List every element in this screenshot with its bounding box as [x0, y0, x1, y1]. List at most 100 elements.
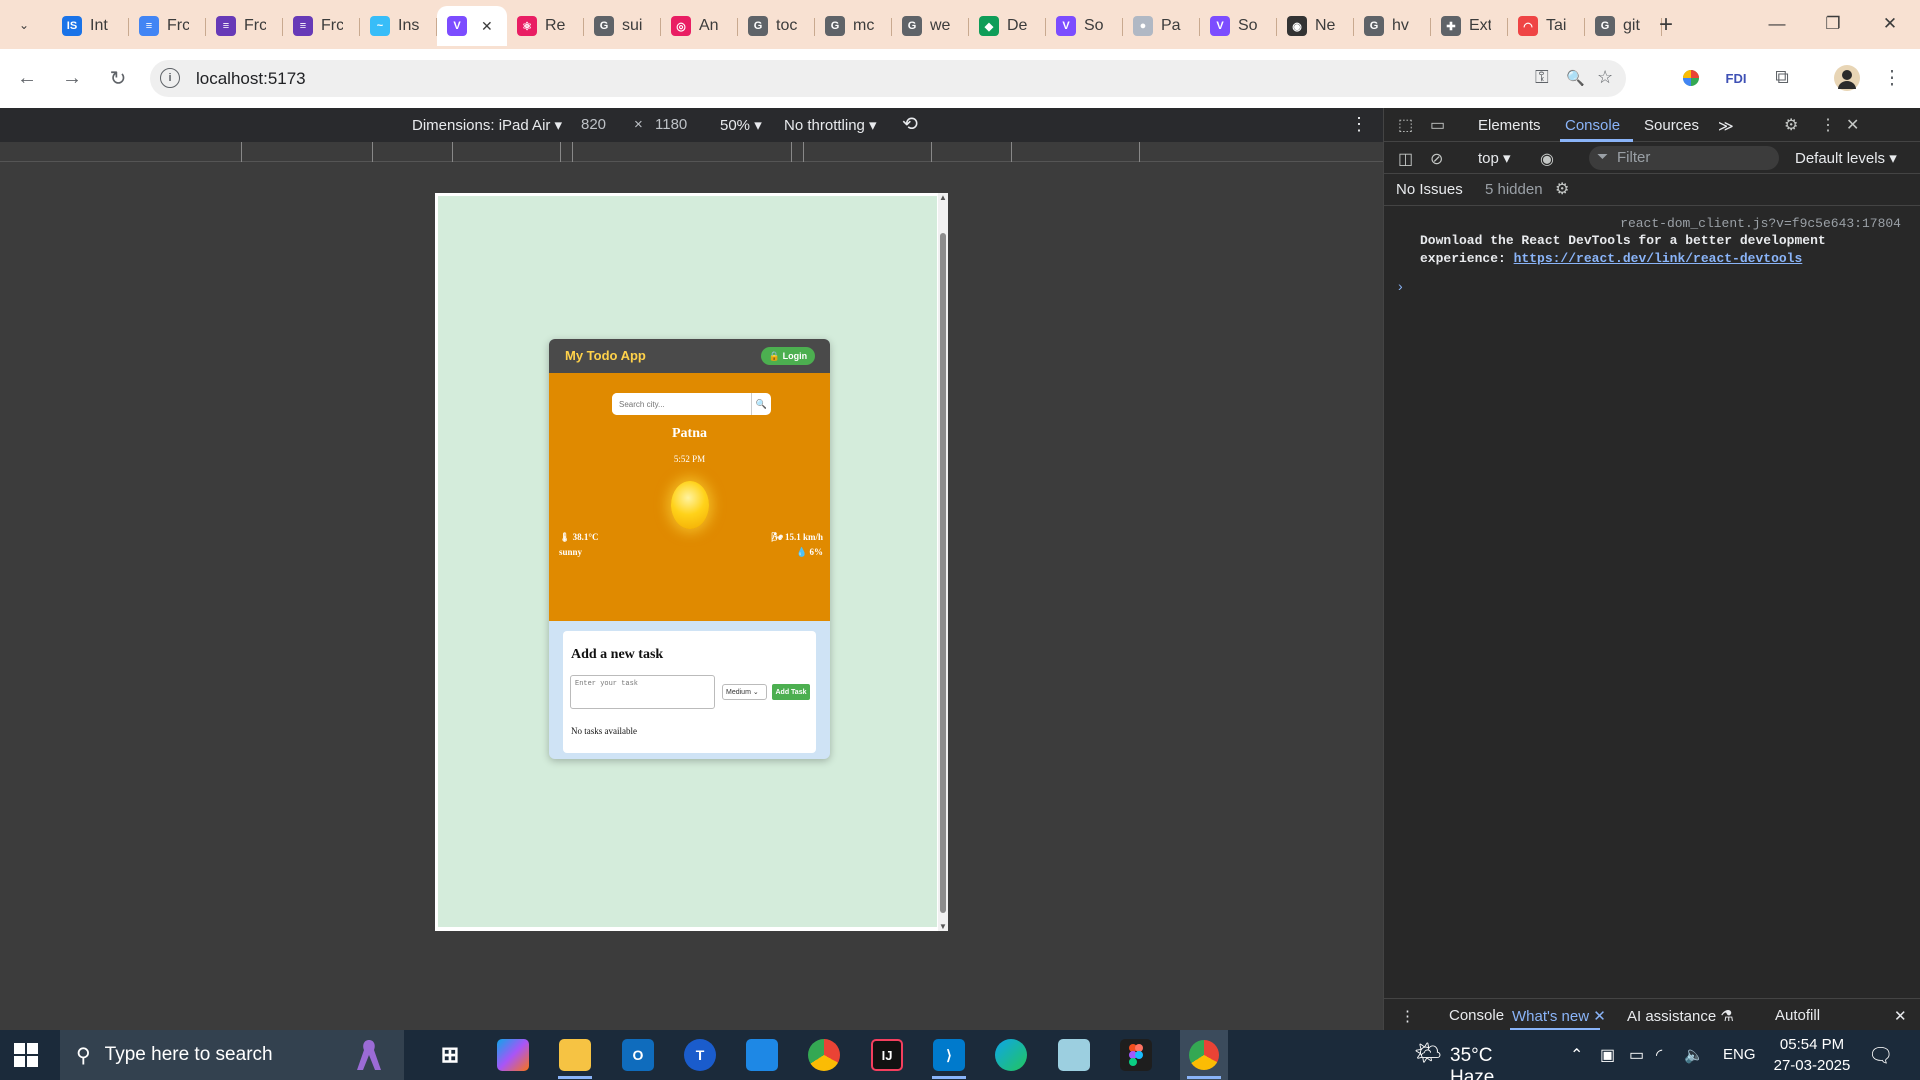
rotate-icon[interactable]: ⟲: [902, 113, 918, 136]
profile-avatar[interactable]: [1832, 63, 1862, 93]
throttling-dropdown[interactable]: No throttling ▾: [784, 116, 877, 134]
site-info-icon[interactable]: i: [160, 68, 180, 88]
clock-time[interactable]: 05:54 PM: [1777, 1036, 1847, 1053]
browser-tab[interactable]: V So: [1200, 6, 1277, 46]
browser-tab[interactable]: ⚛ Re: [507, 6, 584, 46]
priority-select[interactable]: Medium ⌄: [722, 684, 767, 700]
device-toolbar-more-icon[interactable]: ⋮: [1350, 114, 1368, 135]
ruler-segment[interactable]: [931, 142, 1011, 162]
browser-menu-icon[interactable]: ⋮: [1877, 63, 1907, 93]
close-devtools-icon[interactable]: ✕: [1846, 115, 1859, 135]
drawer-tab-console[interactable]: Console: [1449, 1007, 1504, 1024]
extension-icon-colorful[interactable]: [1676, 63, 1706, 93]
ruler-segment[interactable]: [452, 142, 560, 162]
browser-tab[interactable]: ~ Ins: [360, 6, 437, 46]
device-toggle-icon[interactable]: ▭: [1430, 115, 1445, 135]
figma-icon[interactable]: [1120, 1039, 1152, 1071]
back-button[interactable]: ←: [12, 63, 42, 93]
tab-elements[interactable]: Elements: [1478, 117, 1541, 134]
login-button[interactable]: 🔒 Login: [761, 347, 815, 365]
file-explorer-icon[interactable]: [559, 1039, 591, 1071]
taskbar-search-box[interactable]: ⚲ Type here to search: [60, 1030, 404, 1080]
device-height-input[interactable]: 1180: [655, 116, 687, 133]
ruler-segment[interactable]: [241, 142, 372, 162]
browser-tab[interactable]: ● Pa: [1123, 6, 1200, 46]
fdi-extension-icon[interactable]: FDI: [1721, 63, 1751, 93]
media-query-ruler[interactable]: [0, 142, 1383, 162]
bookmark-star-icon[interactable]: ☆: [1597, 67, 1613, 88]
console-prompt-icon[interactable]: ›: [1398, 278, 1403, 294]
weather-sun-icon[interactable]: 🌤: [1414, 1040, 1442, 1066]
sidebar-toggle-icon[interactable]: ◫: [1398, 149, 1413, 169]
tab-search-button[interactable]: ⌄: [9, 10, 39, 40]
browser-tab[interactable]: ≡ Frc: [206, 6, 283, 46]
browser-tab[interactable]: Ghv: [1354, 6, 1431, 46]
url-text[interactable]: localhost:5173: [196, 69, 306, 89]
outlook-icon[interactable]: O: [622, 1039, 654, 1071]
browser-tab[interactable]: Gsui: [584, 6, 661, 46]
browser-tab-active[interactable]: V ✕: [437, 6, 507, 46]
browser-tab[interactable]: ◎ An: [661, 6, 738, 46]
app-t-icon[interactable]: T: [684, 1039, 716, 1071]
language-indicator[interactable]: ENG: [1723, 1046, 1756, 1063]
scroll-thumb[interactable]: [940, 233, 946, 913]
log-levels-dropdown[interactable]: Default levels ▾: [1795, 149, 1897, 167]
clear-console-icon[interactable]: ⊘: [1430, 149, 1443, 169]
settings-gear-icon[interactable]: ⚙: [1784, 115, 1798, 135]
device-width-input[interactable]: 820: [581, 116, 606, 133]
drawer-tab-ai-assistance[interactable]: AI assistance ⚗: [1627, 1007, 1734, 1025]
console-settings-gear-icon[interactable]: ⚙: [1555, 179, 1569, 199]
awareness-ribbon-icon[interactable]: [355, 1038, 383, 1072]
intellij-icon[interactable]: IJ: [871, 1039, 903, 1071]
search-button[interactable]: 🔍: [751, 393, 771, 415]
browser-tab[interactable]: ◉ Ne: [1277, 6, 1354, 46]
restore-button[interactable]: ❐: [1813, 8, 1853, 40]
issues-count[interactable]: No Issues: [1396, 181, 1463, 198]
task-view-icon[interactable]: ⊞: [434, 1039, 466, 1071]
devtools-menu-icon[interactable]: ⋮: [1820, 115, 1836, 135]
start-button[interactable]: [14, 1043, 38, 1067]
more-tabs-icon[interactable]: ≫: [1718, 117, 1734, 135]
battery-icon[interactable]: ▭: [1629, 1045, 1644, 1065]
new-tab-button[interactable]: +: [1651, 10, 1681, 40]
scroll-up-arrow-icon[interactable]: ▲: [939, 193, 947, 202]
ruler-segment[interactable]: [572, 142, 791, 162]
browser-tab[interactable]: ≡ Frc: [129, 6, 206, 46]
chrome-active-icon[interactable]: [1180, 1030, 1228, 1080]
tab-sources[interactable]: Sources: [1644, 117, 1699, 134]
ruler-segment[interactable]: [372, 142, 452, 162]
copilot-icon[interactable]: [497, 1039, 529, 1071]
browser-tab[interactable]: ◆ De: [969, 6, 1046, 46]
ruler-segment[interactable]: [803, 142, 931, 162]
drawer-menu-icon[interactable]: ⋮: [1400, 1007, 1415, 1025]
browser-tab[interactable]: V So: [1046, 6, 1123, 46]
browser-tab[interactable]: Gwe: [892, 6, 969, 46]
browser-tab[interactable]: ≡ Frc: [283, 6, 360, 46]
live-expression-eye-icon[interactable]: ◉: [1540, 149, 1554, 169]
notes-app-icon[interactable]: [1058, 1039, 1090, 1071]
ruler-segment[interactable]: [1139, 142, 1140, 162]
drawer-tab-whats-new[interactable]: What's new ✕: [1512, 1007, 1606, 1025]
zoom-dropdown[interactable]: 50% ▾: [720, 116, 762, 134]
extensions-puzzle-icon[interactable]: ⧉: [1767, 63, 1797, 93]
browser-tab[interactable]: Gmc: [815, 6, 892, 46]
ruler-segment[interactable]: [791, 142, 803, 162]
minimize-button[interactable]: —: [1757, 8, 1797, 40]
store-icon[interactable]: [746, 1039, 778, 1071]
browser-tab[interactable]: Gtoc: [738, 6, 815, 46]
vscode-icon[interactable]: ⟩: [933, 1039, 965, 1071]
close-window-button[interactable]: ✕: [1870, 8, 1910, 40]
scroll-down-arrow-icon[interactable]: ▼: [939, 922, 947, 931]
hidden-count[interactable]: 5 hidden: [1485, 181, 1543, 198]
add-task-button[interactable]: Add Task: [772, 684, 810, 700]
wifi-icon[interactable]: ◜: [1656, 1045, 1662, 1065]
message-source-link[interactable]: react-dom_client.js?v=f9c5e643:17804: [1620, 216, 1901, 231]
meet-now-icon[interactable]: ▣: [1600, 1045, 1615, 1065]
device-dimensions-dropdown[interactable]: Dimensions: iPad Air ▾: [412, 116, 562, 134]
weather-text[interactable]: 35°C Haze: [1450, 1045, 1494, 1080]
context-selector[interactable]: top ▾: [1478, 149, 1511, 167]
task-input[interactable]: [570, 675, 715, 709]
close-drawer-icon[interactable]: ✕: [1894, 1007, 1907, 1025]
browser-tab[interactable]: ◠ Tai: [1508, 6, 1585, 46]
clock-date[interactable]: 27-03-2025: [1770, 1057, 1854, 1074]
